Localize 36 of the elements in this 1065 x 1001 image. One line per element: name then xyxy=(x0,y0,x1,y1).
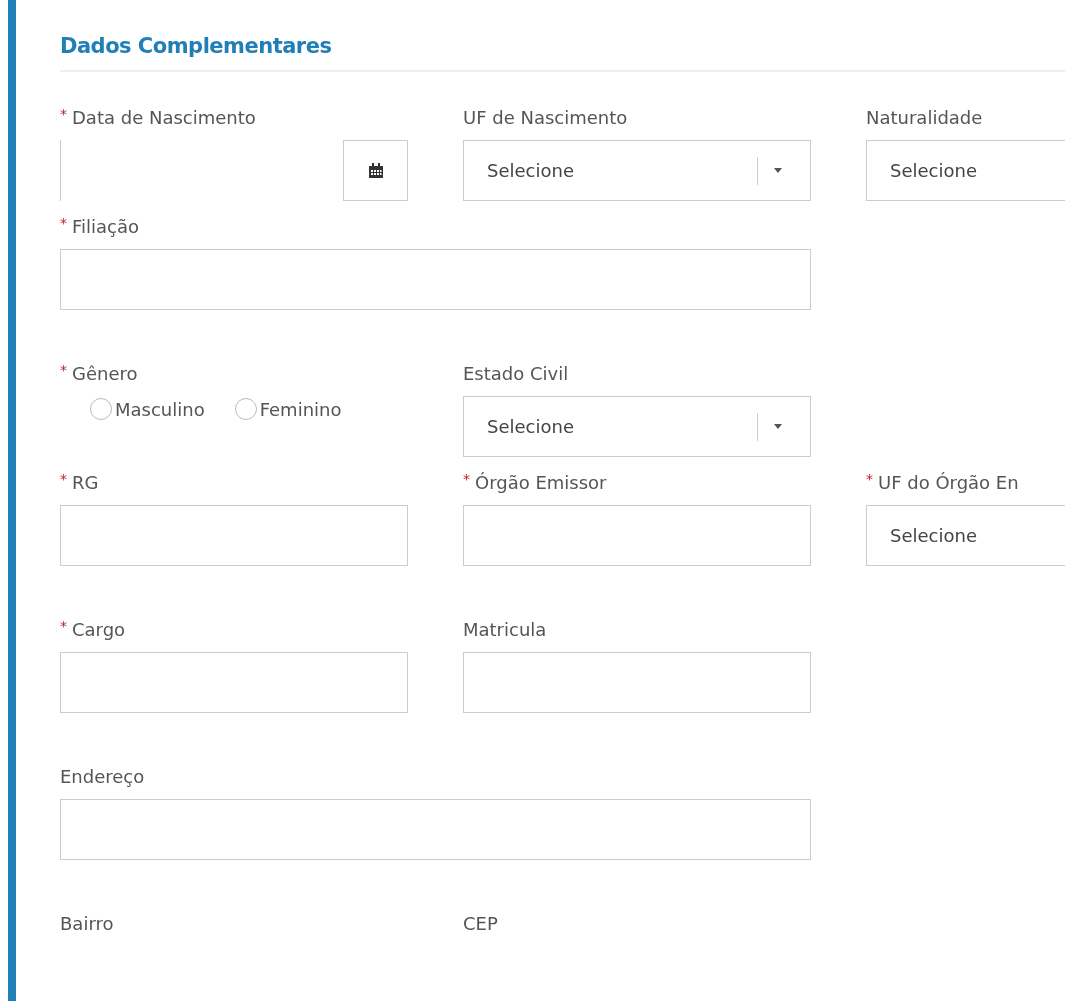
required-mark: * xyxy=(60,618,67,634)
required-mark: * xyxy=(60,471,67,487)
field-label: Órgão Emissor xyxy=(475,471,607,495)
select-field[interactable]: Selecione xyxy=(463,396,811,457)
field-label: RG xyxy=(72,471,99,495)
field-label: UF de Nascimento xyxy=(463,106,628,130)
radio-option[interactable]: Masculino xyxy=(90,398,205,420)
radio-option[interactable]: Feminino xyxy=(234,398,342,420)
select-field[interactable]: Selecione xyxy=(463,140,811,201)
section-title: Dados Complementares xyxy=(60,34,333,58)
required-mark: * xyxy=(866,471,873,487)
select-field[interactable]: Selecione xyxy=(866,505,1065,566)
required-mark: * xyxy=(60,215,67,231)
text-field[interactable] xyxy=(60,652,408,713)
text-field[interactable] xyxy=(463,505,811,566)
select-field[interactable]: Selecione xyxy=(866,140,1065,201)
field-label: Naturalidade xyxy=(866,106,983,130)
text-field[interactable] xyxy=(60,249,811,310)
field-label: Estado Civil xyxy=(463,362,569,386)
text-field[interactable] xyxy=(60,799,811,860)
field-label: Filiação xyxy=(72,215,140,239)
caret-icon xyxy=(774,424,782,429)
field-label: Cargo xyxy=(72,618,126,642)
field-label: Data de Nascimento xyxy=(72,106,256,130)
field-label: CEP xyxy=(463,912,498,936)
field-label: Matricula xyxy=(463,618,547,642)
text-field[interactable] xyxy=(60,505,408,566)
field-label: Gênero xyxy=(72,362,138,386)
required-mark: * xyxy=(60,106,67,122)
field-label: UF do Órgão En xyxy=(878,471,1019,495)
field-label: Endereço xyxy=(60,765,145,789)
field-label: Bairro xyxy=(60,912,114,936)
required-mark: * xyxy=(60,362,67,378)
text-field[interactable] xyxy=(463,652,811,713)
required-mark: * xyxy=(463,471,470,487)
caret-icon xyxy=(774,168,782,173)
